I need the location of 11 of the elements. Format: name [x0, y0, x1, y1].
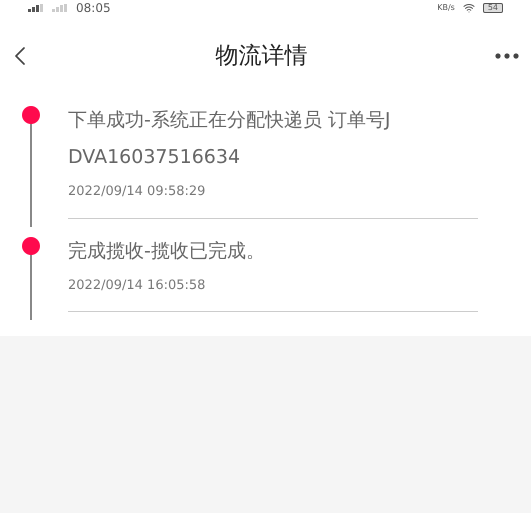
battery-icon: 54 [482, 3, 503, 13]
data-speed: KB/s [437, 4, 455, 12]
timestamp: 2022/09/14 16:05:58 [68, 276, 206, 294]
signal-icon [52, 4, 68, 12]
clock-time: 08:05 [76, 2, 111, 14]
status-text: 下单成功-系统正在分配快递员 订单号JDVA16037516634 [68, 108, 392, 170]
signal-icon [28, 4, 44, 12]
more-icon [495, 53, 519, 59]
page-title: 物流详情 [216, 42, 308, 71]
status-text: 完成揽收-揽收已完成。 [68, 238, 266, 264]
timestamp: 2022/09/14 09:58:29 [68, 183, 206, 201]
